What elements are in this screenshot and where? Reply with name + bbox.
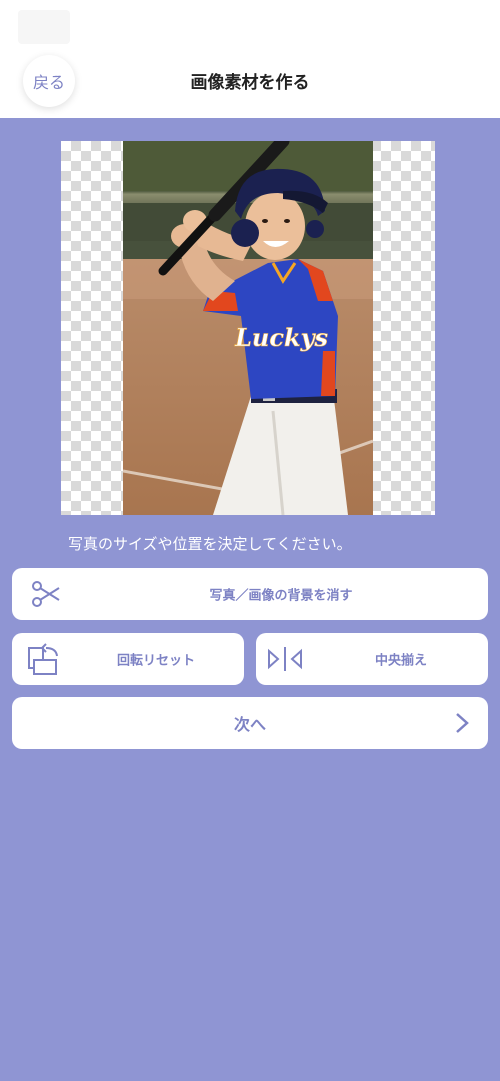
- status-area: [18, 10, 70, 44]
- next-button[interactable]: 次へ: [12, 697, 488, 749]
- photo-image[interactable]: Luckys: [123, 141, 373, 515]
- header-bar: 戻る 画像素材を作る: [0, 0, 500, 118]
- center-align-icon: [266, 645, 304, 677]
- next-label: 次へ: [233, 715, 266, 734]
- image-canvas[interactable]: Luckys: [61, 141, 435, 515]
- page-title: 画像素材を作る: [190, 73, 310, 93]
- instruction-text: 写真のサイズや位置を決定してください。: [68, 535, 352, 553]
- rotate-reset-button[interactable]: 回転リセット: [12, 633, 244, 685]
- remove-background-label: 写真／画像の背景を消す: [209, 588, 353, 604]
- chevron-right-icon: [452, 712, 472, 738]
- remove-background-button[interactable]: 写真／画像の背景を消す: [12, 568, 488, 620]
- rotate-reset-icon: [26, 642, 64, 682]
- jersey-lettering: Luckys: [234, 323, 329, 352]
- rotate-reset-label: 回転リセット: [117, 653, 196, 669]
- center-align-button[interactable]: 中央揃え: [256, 633, 488, 685]
- center-align-label: 中央揃え: [375, 653, 428, 669]
